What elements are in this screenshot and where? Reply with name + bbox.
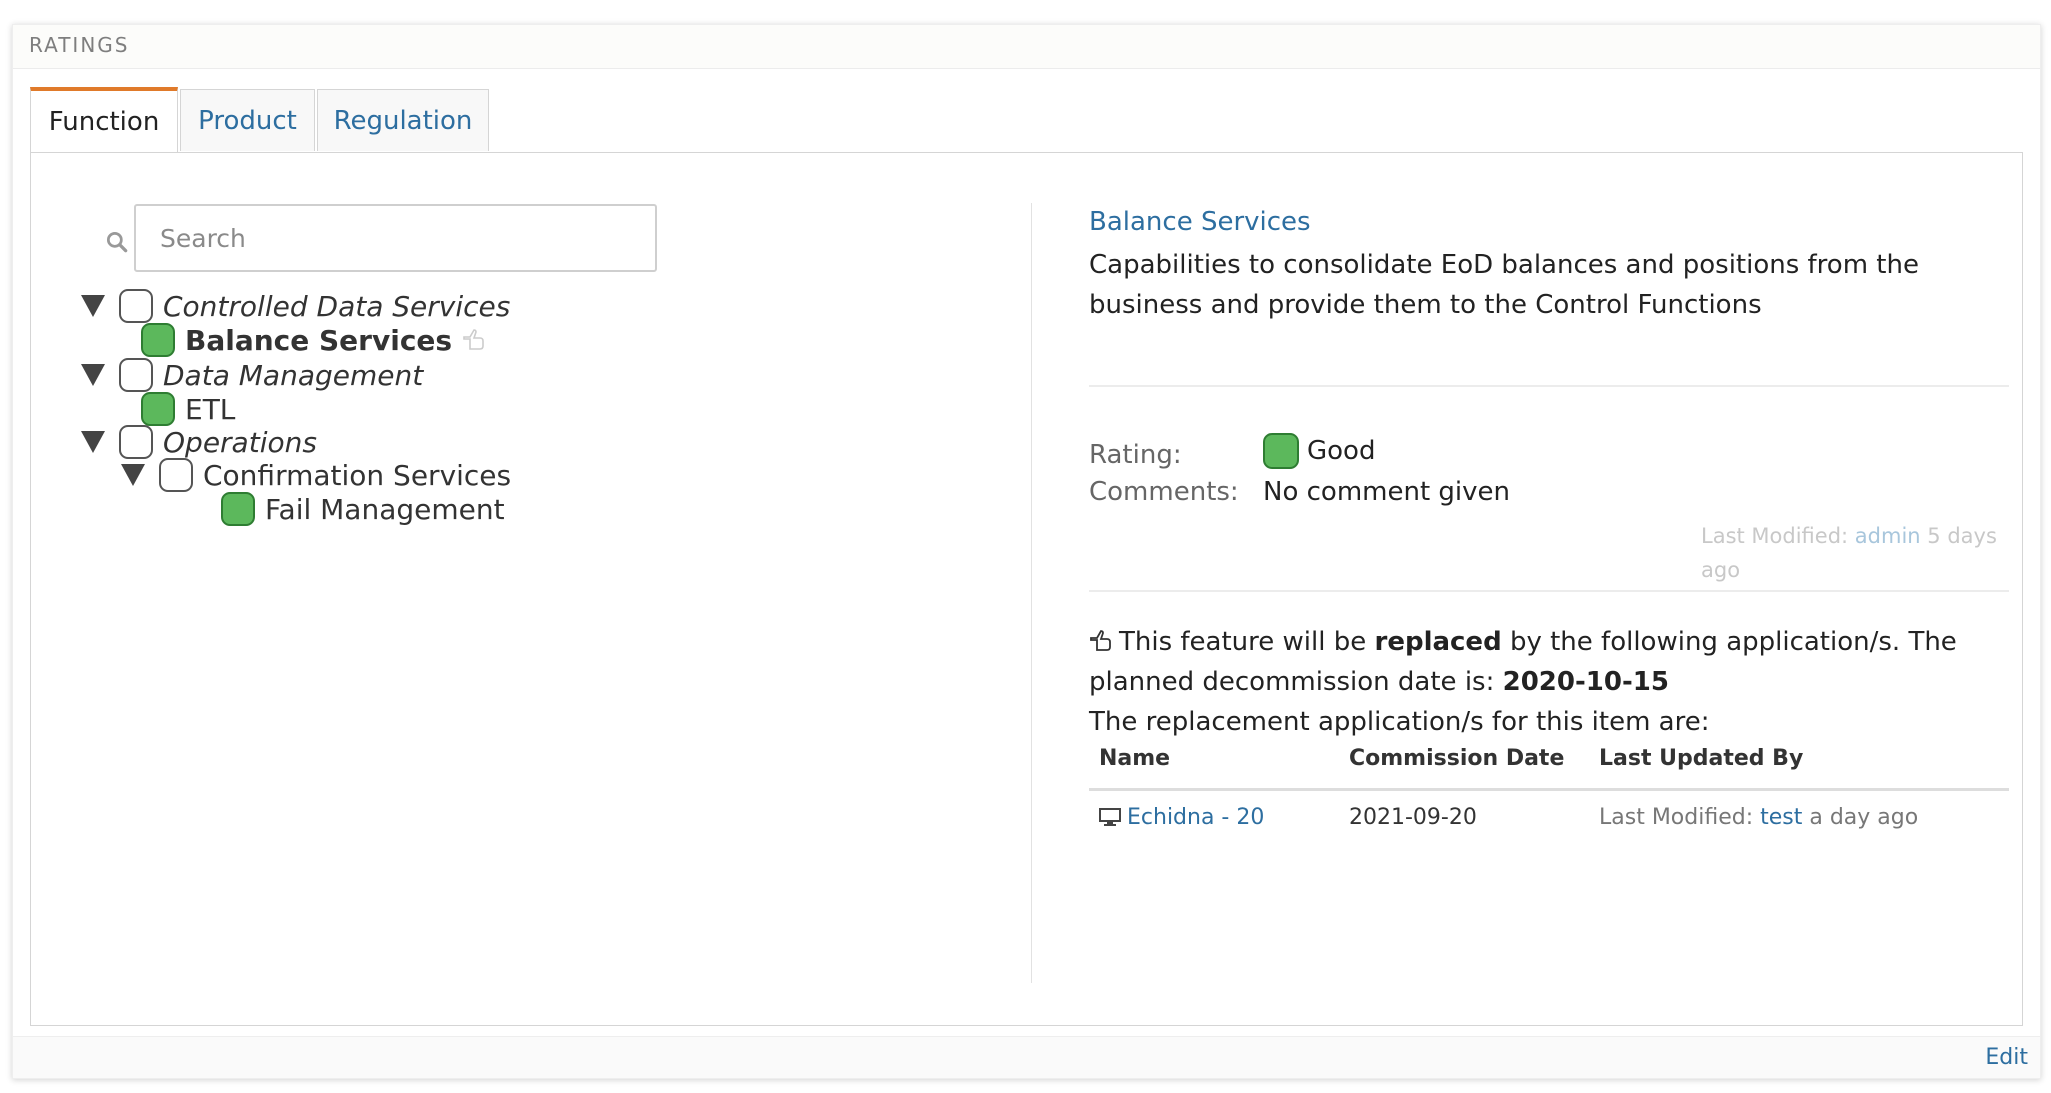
ratings-panel: RATINGS Function Product Regulation Cont… [12,24,2041,1079]
node-label: Balance Services [185,323,453,357]
node-checkbox[interactable] [119,425,153,459]
node-checkbox[interactable] [119,289,153,323]
decommission-date: 2020-10-15 [1502,667,1669,697]
search-icon [106,231,128,253]
panel-title: RATINGS [29,33,130,57]
node-label: Confirmation Services [203,458,512,492]
panel-footer: Edit [13,1036,2040,1078]
rating-good-indicator[interactable] [141,392,175,426]
hand-pointer-icon [1090,630,1111,651]
rating-good-indicator[interactable] [141,323,175,357]
column-header-last-updated-by: Last Updated By [1589,729,2009,791]
node-label: Fail Management [265,492,505,526]
collapse-caret-icon[interactable] [81,431,105,453]
column-header-name: Name [1089,729,1339,791]
collapse-caret-icon[interactable] [121,464,145,486]
tree-node-fail-management[interactable]: Fail Management [221,489,505,529]
rating-label: Rating: [1089,440,1182,470]
column-header-commission-date: Commission Date [1339,729,1589,791]
hand-pointer-icon [463,329,484,350]
detail-title-link[interactable]: Balance Services [1089,207,1311,237]
comments-value: No comment given [1263,477,1510,507]
tab-product[interactable]: Product [180,89,315,151]
node-label: ETL [185,392,236,426]
collapse-caret-icon[interactable] [81,295,105,317]
node-checkbox[interactable] [159,458,193,492]
detail-description: Capabilities to consolidate EoD balances… [1089,250,1919,320]
search-input[interactable] [134,204,657,272]
replacement-table: Name Commission Date Last Updated By Ech… [1089,729,2009,845]
last-updated-user-link[interactable]: test [1760,805,1802,830]
replacement-notice: This feature will be replaced by the fol… [1089,627,1957,737]
divider [1089,590,2009,592]
tree-node-data-management[interactable]: Data Management [81,355,423,395]
collapse-caret-icon[interactable] [81,364,105,386]
last-modified-user-link[interactable]: admin [1855,524,1921,548]
divider [1089,385,2009,387]
node-label: Controlled Data Services [163,289,511,323]
table-row: Echidna - 20 2021-09-20 Last Modified: t… [1089,789,2009,845]
tab-content: Controlled Data Services Balance Service… [30,152,2023,1026]
last-modified: Last Modified: admin 5 days ago [1701,524,1997,582]
rating-value: Good [1263,433,1375,469]
rating-text: Good [1307,436,1376,466]
tree-node-balance-services[interactable]: Balance Services [141,320,488,360]
rating-good-indicator[interactable] [221,492,255,526]
commission-date-cell: 2021-09-20 [1349,804,1477,830]
monitor-icon [1099,807,1121,826]
node-label: Operations [163,425,317,459]
node-label: Data Management [163,358,424,392]
vertical-divider [1031,203,1032,983]
rating-good-icon [1263,433,1299,469]
node-checkbox[interactable] [119,358,153,392]
edit-link[interactable]: Edit [1985,1045,2028,1070]
tab-regulation[interactable]: Regulation [317,89,489,151]
application-link[interactable]: Echidna - 20 [1127,805,1264,830]
panel-header: RATINGS [13,25,2040,69]
comments-label: Comments: [1089,477,1239,507]
tab-function[interactable]: Function [30,87,178,153]
